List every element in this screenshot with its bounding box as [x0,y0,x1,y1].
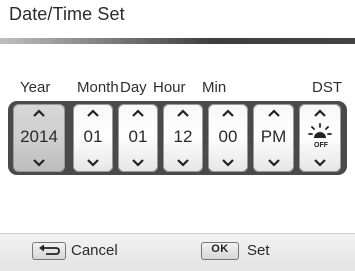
year-spinner[interactable]: 2014 [13,104,65,172]
chevron-up-icon[interactable] [32,109,46,117]
min-value: 00 [218,127,238,146]
cancel-label[interactable]: Cancel [71,242,118,259]
chevron-up-icon[interactable] [86,109,100,117]
hour-label: Hour [153,79,186,96]
screen-title: Date/Time Set [9,4,125,24]
dst-state-text: OFF [314,142,329,149]
ampm-value: PM [260,127,287,146]
dst-spinner[interactable]: OFF [299,104,341,172]
chevron-up-icon[interactable] [176,109,190,117]
set-label[interactable]: Set [247,242,270,259]
dst-label: DST [312,79,342,96]
ok-key-label: OK [211,243,229,255]
month-spinner[interactable]: 01 [73,104,113,172]
ampm-spinner[interactable]: PM [253,104,294,172]
chevron-down-icon[interactable] [86,159,100,167]
min-spinner[interactable]: 00 [208,104,248,172]
year-label: Year [20,79,51,96]
month-label: Month [77,79,119,96]
hour-value: 12 [173,127,193,146]
day-value: 01 [128,127,148,146]
dst-off-sun-icon: OFF [308,123,332,149]
hour-spinner[interactable]: 12 [163,104,203,172]
chevron-down-icon[interactable] [313,159,327,167]
date-time-set-screen: Date/Time Set Year Month Day Hour Min DS… [0,0,355,271]
day-spinner[interactable]: 01 [118,104,158,172]
min-label: Min [202,79,227,96]
chevron-up-icon[interactable] [267,109,281,117]
back-key[interactable] [32,242,66,260]
back-arrow-icon [39,244,60,255]
chevron-down-icon[interactable] [32,159,46,167]
chevron-down-icon[interactable] [221,159,235,167]
ok-key[interactable]: OK [201,242,239,260]
chevron-up-icon[interactable] [313,109,327,117]
chevron-down-icon[interactable] [176,159,190,167]
title-divider [0,38,355,44]
chevron-down-icon[interactable] [267,159,281,167]
day-label: Day [120,79,147,96]
chevron-up-icon[interactable] [131,109,145,117]
month-value: 01 [83,127,103,146]
chevron-down-icon[interactable] [131,159,145,167]
year-value: 2014 [20,127,58,146]
chevron-up-icon[interactable] [221,109,235,117]
